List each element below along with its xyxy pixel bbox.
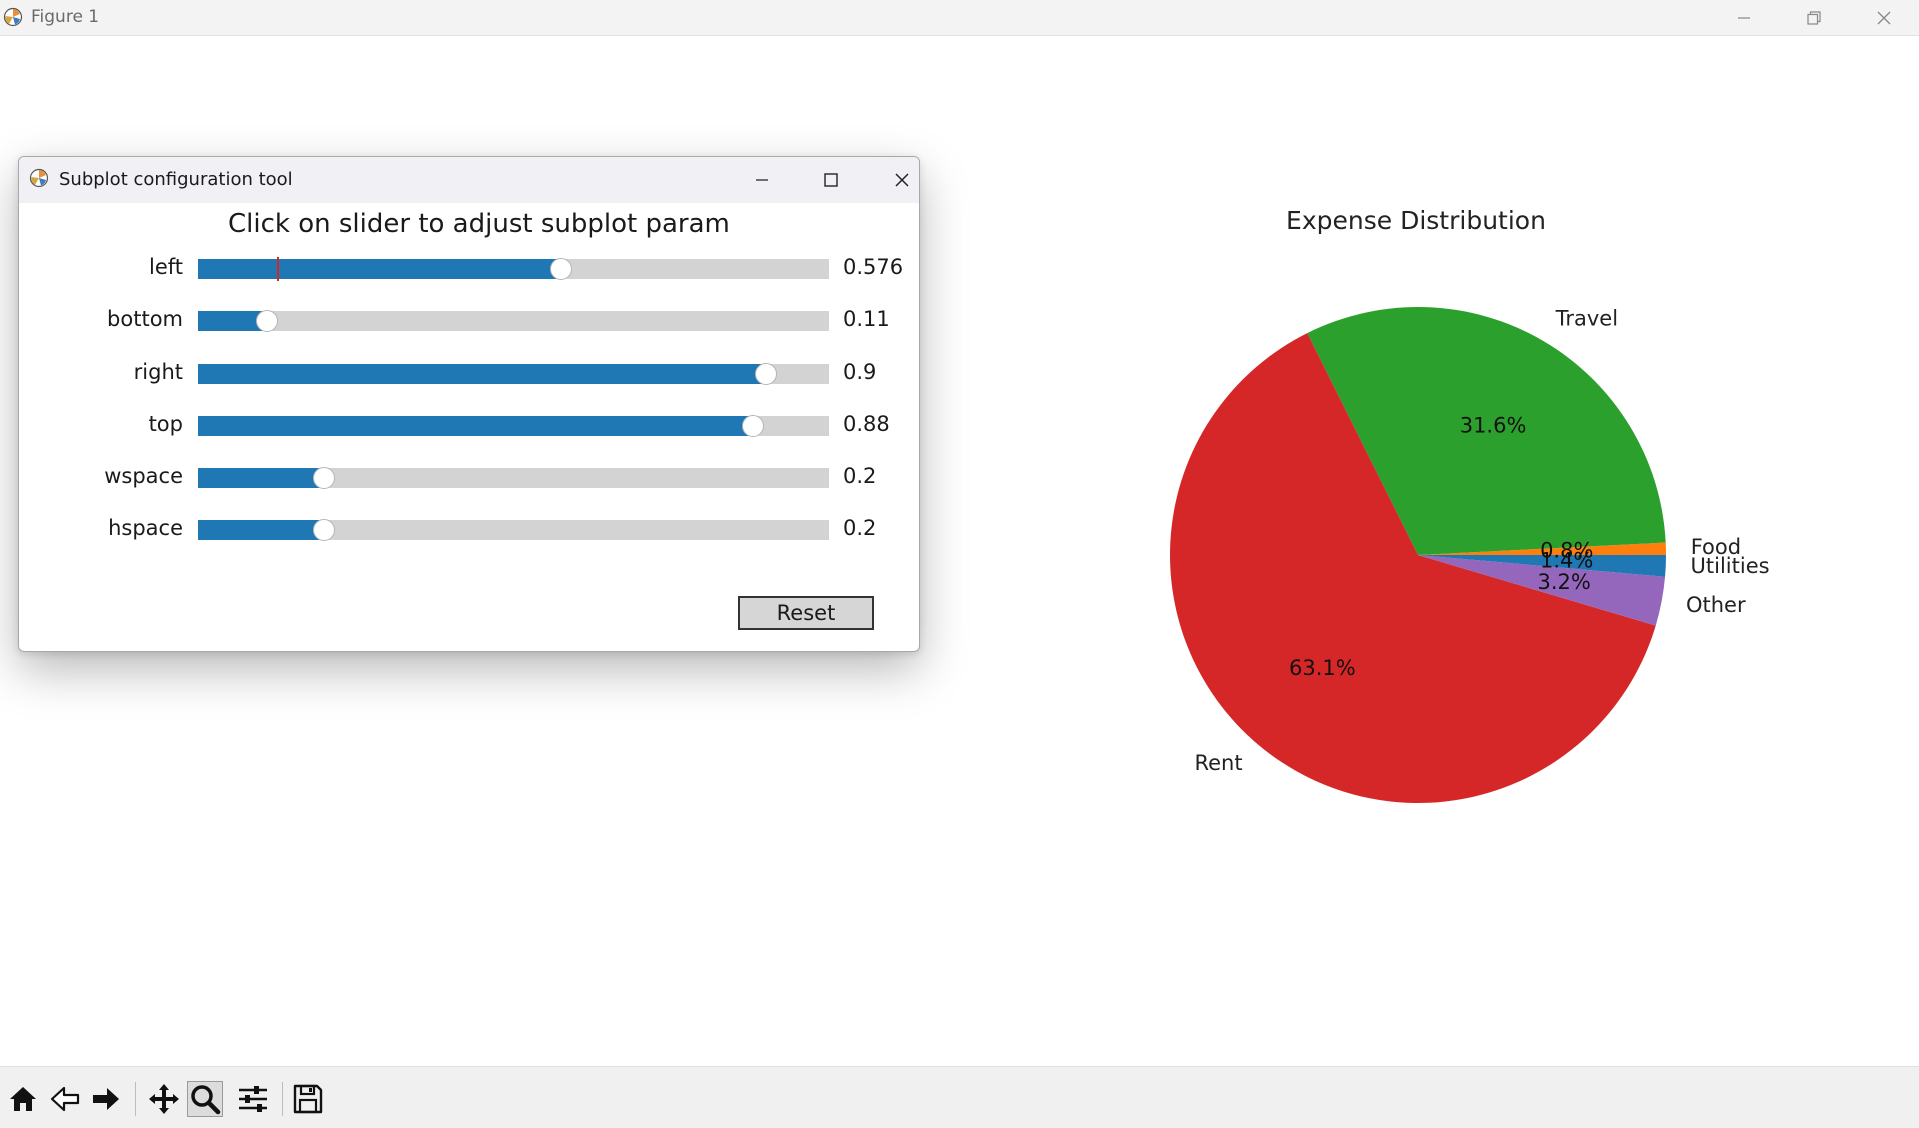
save-button[interactable] <box>290 1081 326 1117</box>
save-icon <box>293 1084 323 1114</box>
slice-label-utilities: Utilities <box>1691 554 1770 578</box>
close-icon <box>895 173 909 187</box>
slider-value: 0.11 <box>843 307 890 331</box>
reset-button[interactable]: Reset <box>738 596 874 630</box>
slider-handle[interactable] <box>313 519 336 541</box>
slider-label: wspace <box>104 464 183 488</box>
forward-icon <box>93 1088 119 1110</box>
slider-fill <box>198 468 325 488</box>
slice-label-rent: Rent <box>1194 751 1242 775</box>
slice-pct-rent: 63.1% <box>1289 656 1356 680</box>
slider-track[interactable] <box>198 519 829 541</box>
slider-value: 0.2 <box>843 516 877 540</box>
slider-track[interactable] <box>198 257 829 281</box>
slider-fill <box>198 416 754 436</box>
slider-value: 0.576 <box>843 255 904 279</box>
slice-label-other: Other <box>1686 593 1746 617</box>
toolbar-separator <box>282 1082 283 1116</box>
minimize-icon <box>756 179 768 181</box>
home-button[interactable] <box>5 1081 41 1117</box>
configure-subplots-icon <box>239 1086 267 1112</box>
back-button[interactable] <box>47 1081 83 1117</box>
slider-track[interactable] <box>198 415 829 437</box>
pan-icon <box>149 1084 179 1114</box>
slider-label: left <box>148 255 183 279</box>
slider-initial-marker <box>276 257 279 281</box>
slider-right: right 0.9 <box>19 354 919 390</box>
configure-subplots-button[interactable] <box>235 1081 271 1117</box>
slider-handle[interactable] <box>550 258 573 280</box>
slider-fill <box>198 259 562 279</box>
subplot-config-dialog: Subplot configuration tool Click on slid… <box>18 156 920 652</box>
slider-fill <box>198 364 766 384</box>
slider-wspace: wspace 0.2 <box>19 458 919 494</box>
dialog-heading-text: Click on slider to adjust subplot param <box>228 209 730 239</box>
slider-track[interactable] <box>198 310 829 332</box>
maximize-icon <box>824 173 838 187</box>
slider-handle[interactable] <box>742 415 765 437</box>
navigation-toolbar <box>0 1066 1919 1128</box>
slider-handle[interactable] <box>313 467 336 489</box>
slider-track[interactable] <box>198 467 829 489</box>
back-icon <box>50 1086 80 1112</box>
slider-handle[interactable] <box>754 363 777 385</box>
slider-value: 0.9 <box>843 360 877 384</box>
slice-pct-utilities: 1.4% <box>1540 549 1593 573</box>
slider-label: hspace <box>108 516 183 540</box>
slider-handle[interactable] <box>256 310 279 332</box>
toolbar-separator <box>135 1082 136 1116</box>
matplotlib-icon <box>29 168 49 188</box>
slice-pct-travel: 31.6% <box>1460 414 1527 438</box>
dialog-maximize-button[interactable] <box>804 161 858 199</box>
zoom-button[interactable] <box>187 1081 223 1117</box>
slider-hspace: hspace 0.2 <box>19 510 919 546</box>
slider-track[interactable] <box>198 363 829 385</box>
slider-label: bottom <box>107 307 183 331</box>
slider-value: 0.88 <box>843 412 890 436</box>
dialog-minimize-button[interactable] <box>735 161 789 199</box>
dialog-close-button[interactable] <box>875 161 919 199</box>
dialog-title: Subplot configuration tool <box>59 169 293 190</box>
pan-button[interactable] <box>146 1081 182 1117</box>
slider-label: right <box>133 360 183 384</box>
slice-label-travel: Travel <box>1555 306 1618 330</box>
slider-bottom: bottom 0.11 <box>19 301 919 337</box>
dialog-titlebar: Subplot configuration tool <box>19 157 919 203</box>
home-icon <box>10 1087 36 1111</box>
zoom-icon <box>191 1085 221 1115</box>
slider-left: left 0.576 <box>19 249 919 285</box>
slider-fill <box>198 520 325 540</box>
slider-label: top <box>148 412 183 436</box>
forward-button[interactable] <box>88 1081 124 1117</box>
slider-value: 0.2 <box>843 464 877 488</box>
slice-pct-other: 3.2% <box>1537 570 1590 594</box>
slider-top: top 0.88 <box>19 406 919 442</box>
